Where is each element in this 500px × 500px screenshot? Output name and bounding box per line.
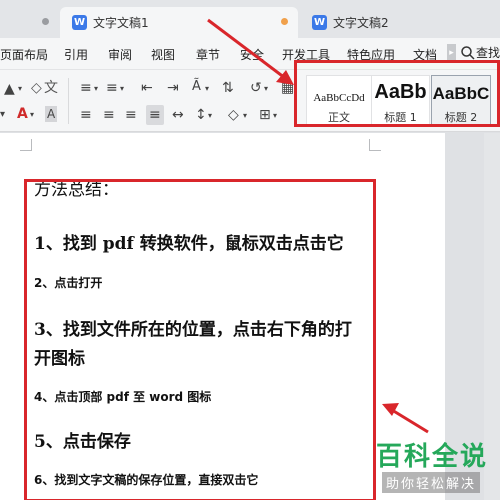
annotation-arrow (391, 408, 429, 434)
annotation-arrows (207, 18, 429, 434)
watermark-logo: 百科全说 助你轻松解决 (366, 430, 500, 500)
annotation-arrow (207, 18, 286, 80)
wps-writer-window: W 文字文稿1 W 文字文稿2 页面布局 引用 审阅 视图 章节 安全 开发工具… (0, 0, 500, 500)
watermark-title: 百科全说 (376, 442, 489, 472)
watermark-subtitle: 助你轻松解决 (382, 472, 481, 493)
